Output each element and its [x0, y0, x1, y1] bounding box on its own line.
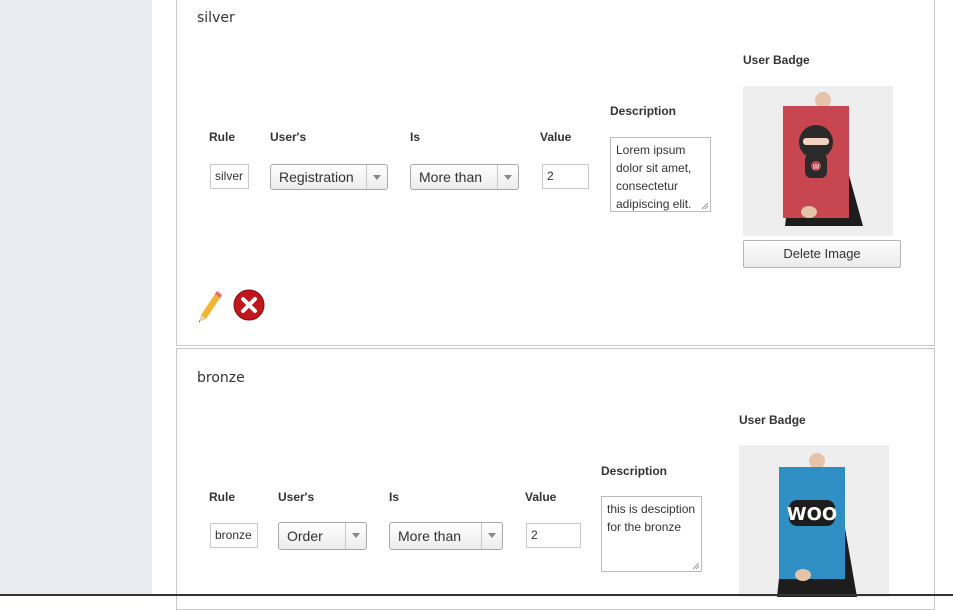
rule-name-input[interactable]: bronze	[210, 523, 258, 548]
chevron-down-icon	[497, 165, 518, 189]
user-badge-header: User Badge	[739, 413, 806, 427]
users-select[interactable]: Registration	[270, 164, 388, 190]
delete-image-button[interactable]: Delete Image	[743, 240, 901, 268]
value-header: Value	[540, 130, 572, 144]
users-header: User's	[278, 490, 315, 504]
rule-title: bronze	[197, 370, 245, 386]
user-badge-image: W	[743, 86, 893, 236]
users-header: User's	[270, 130, 307, 144]
chevron-down-icon	[345, 523, 366, 549]
value-input[interactable]: 2	[542, 164, 589, 189]
value-header: Value	[525, 490, 557, 504]
description-textarea[interactable]: Lorem ipsum dolor sit amet, consectetur …	[610, 137, 711, 212]
rule-header: Rule	[209, 490, 236, 504]
admin-sidebar	[0, 0, 152, 596]
description-header: Description	[610, 104, 677, 118]
description-header: Description	[601, 464, 668, 478]
users-select-value: Order	[287, 528, 323, 544]
badge-woo-text: WOO	[787, 504, 837, 525]
rule-panel-silver: silver Rule User's Is Value Description …	[176, 0, 935, 346]
chevron-down-icon	[481, 523, 502, 549]
badge-letter: W	[813, 163, 820, 171]
value-input[interactable]: 2	[526, 523, 581, 548]
is-header: Is	[389, 490, 400, 504]
rule-panel-bronze: bronze Rule User's Is Value Description …	[176, 348, 935, 610]
chevron-down-icon	[366, 165, 387, 189]
is-select[interactable]: More than	[389, 522, 503, 550]
rule-header: Rule	[209, 130, 236, 144]
description-textarea[interactable]: this is desciption for the bronze	[601, 496, 702, 572]
users-select-value: Registration	[279, 169, 354, 185]
is-header: Is	[410, 130, 421, 144]
is-select[interactable]: More than	[410, 164, 519, 190]
is-select-value: More than	[419, 169, 483, 185]
user-badge-header: User Badge	[743, 53, 810, 67]
rule-title: silver	[197, 10, 235, 26]
users-select[interactable]: Order	[278, 522, 367, 550]
is-select-value: More than	[398, 528, 462, 544]
delete-x-icon[interactable]	[233, 289, 265, 321]
pencil-icon[interactable]	[197, 289, 225, 323]
user-badge-image: WOO	[739, 445, 889, 597]
rule-name-input[interactable]: silver	[210, 164, 249, 189]
